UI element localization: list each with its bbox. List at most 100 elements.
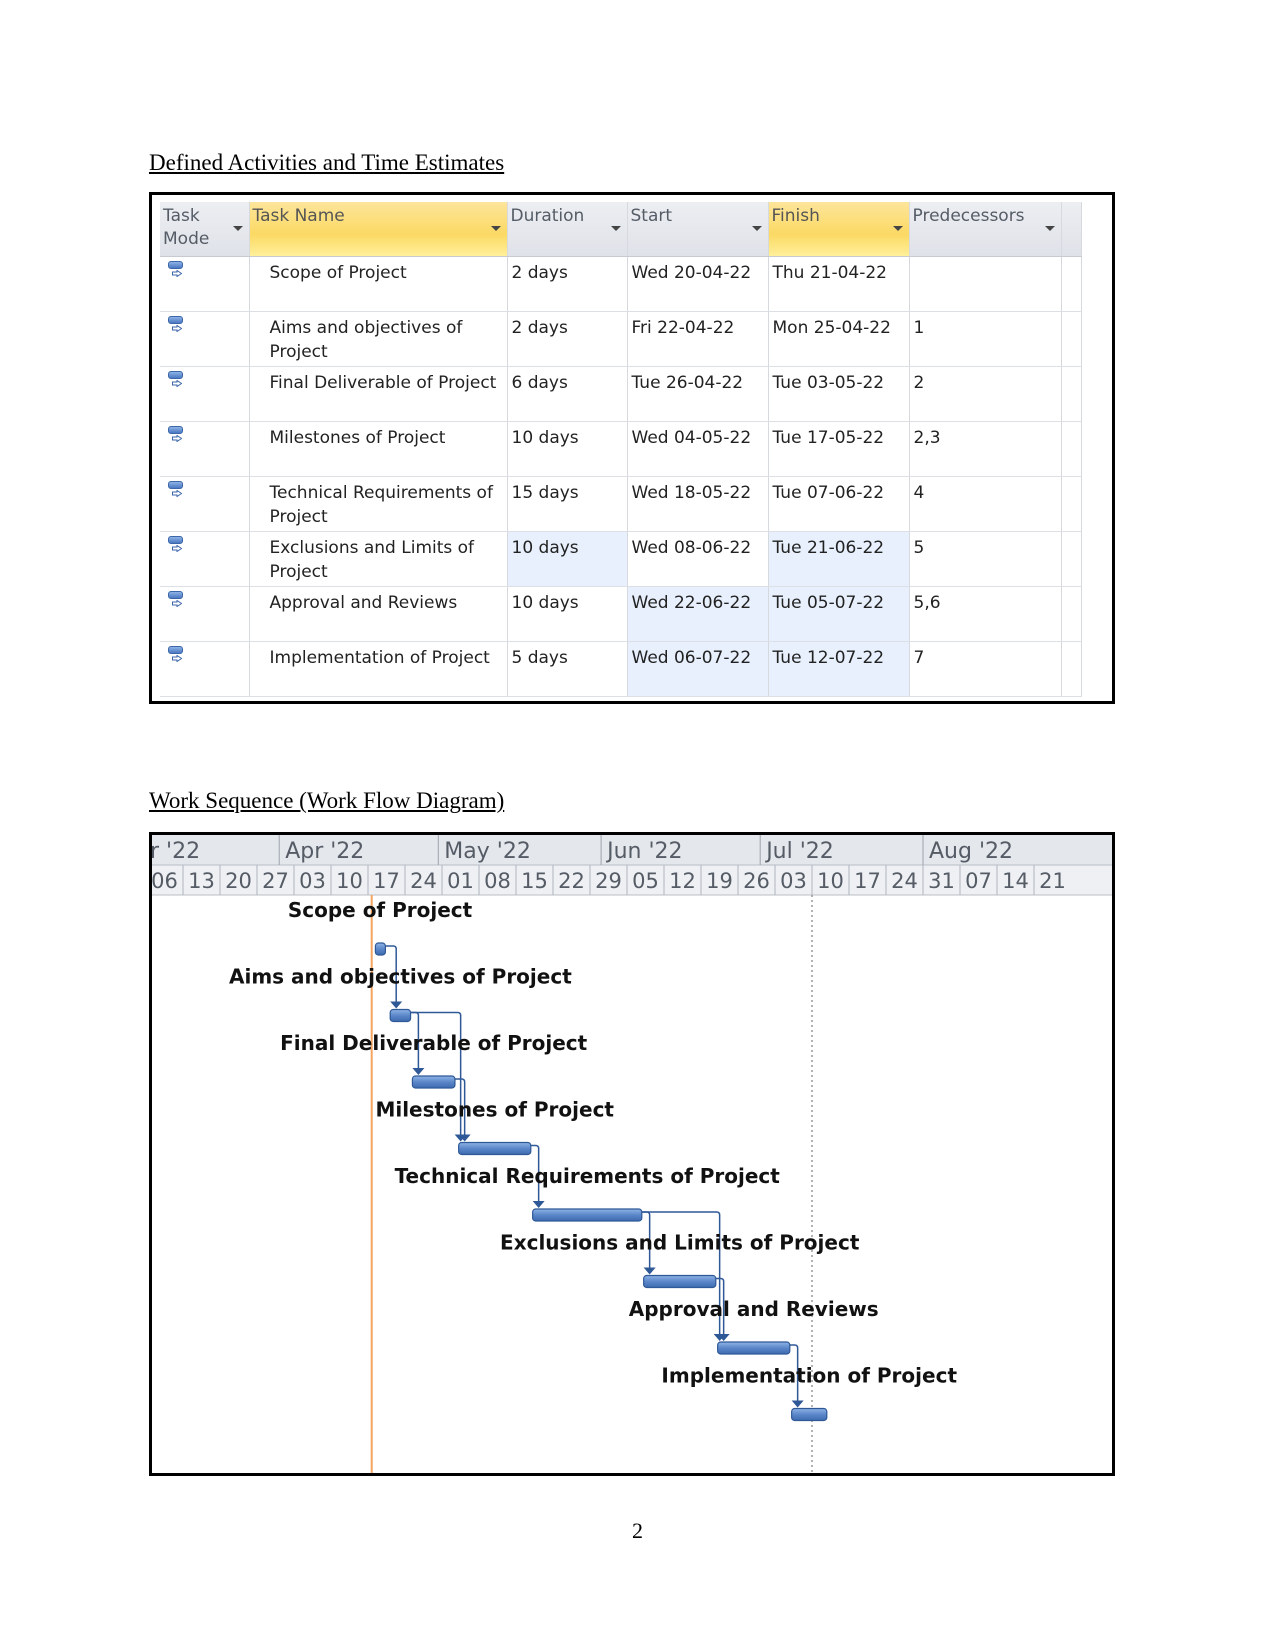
- finish-value: Tue 17-05-22: [772, 428, 885, 448]
- auto-scheduled-task-icon: [168, 481, 186, 499]
- column-header-finish[interactable]: Finish: [768, 202, 910, 257]
- task-mode-cell[interactable]: [160, 256, 250, 312]
- dropdown-arrow-icon[interactable]: [610, 226, 621, 231]
- task-bar[interactable]: [791, 1407, 828, 1422]
- start-cell[interactable]: Wed 04-05-22: [627, 421, 769, 477]
- task-bar[interactable]: [643, 1274, 717, 1289]
- task-name-cell[interactable]: Final Deliverable of Project: [249, 366, 508, 422]
- duration-value: 5 days: [511, 648, 568, 668]
- duration-cell[interactable]: 6 days: [507, 366, 628, 422]
- dropdown-arrow-icon[interactable]: [232, 226, 243, 231]
- dropdown-arrow-icon[interactable]: [1044, 226, 1055, 231]
- start-cell[interactable]: Wed 18-05-22: [627, 476, 769, 532]
- task-mode-cell[interactable]: [160, 586, 250, 642]
- task-table-frame: Task Mode Task Name Duration Start Finish: [149, 192, 1115, 704]
- start-cell[interactable]: Wed 22-06-22: [627, 586, 769, 642]
- table-row[interactable]: Approval and Reviews 10 days Wed 22-06-22 T…: [160, 586, 1082, 642]
- task-mode-cell[interactable]: [160, 531, 250, 587]
- start-value: Wed 06-07-22: [631, 648, 752, 668]
- duration-cell[interactable]: 2 days: [507, 256, 628, 312]
- duration-cell[interactable]: 10 days: [507, 421, 628, 477]
- start-cell[interactable]: Fri 22-04-22: [627, 311, 769, 367]
- task-bar[interactable]: [458, 1141, 532, 1156]
- column-header-label: Predecessors: [912, 206, 1025, 226]
- predecessors-cell[interactable]: 2: [909, 366, 1062, 422]
- task-name-text: Scope of Project: [269, 263, 407, 283]
- task-name-cell[interactable]: Scope of Project: [249, 256, 508, 312]
- predecessors-cell[interactable]: [909, 256, 1062, 312]
- duration-cell[interactable]: 10 days: [507, 586, 628, 642]
- table-row[interactable]: Final Deliverable of Project 6 days Tue 26…: [160, 366, 1082, 422]
- predecessors-cell[interactable]: 4: [909, 476, 1062, 532]
- column-header-next-truncated[interactable]: [1061, 202, 1082, 257]
- column-header-duration[interactable]: Duration: [507, 202, 628, 257]
- task-bar[interactable]: [389, 1008, 412, 1023]
- task-mode-cell[interactable]: [160, 311, 250, 367]
- predecessors-cell[interactable]: 1: [909, 311, 1062, 367]
- start-cell[interactable]: Wed 06-07-22: [627, 641, 769, 697]
- task-bar[interactable]: [532, 1208, 643, 1222]
- finish-cell[interactable]: Tue 12-07-22: [768, 641, 910, 697]
- start-value: Wed 08-06-22: [631, 538, 752, 558]
- task-name-text: Project: [269, 507, 328, 527]
- table-row[interactable]: Technical Requirements of Project 15 days W…: [160, 476, 1082, 532]
- table-row[interactable]: Implementation of Project 5 days Wed 06-07…: [160, 641, 1082, 697]
- start-cell[interactable]: Tue 26-04-22: [627, 366, 769, 422]
- duration-cell[interactable]: 5 days: [507, 641, 628, 697]
- task-mode-cell[interactable]: [160, 366, 250, 422]
- start-value: Wed 22-06-22: [631, 593, 752, 613]
- predecessors-cell[interactable]: 5: [909, 531, 1062, 587]
- truncated-cell: [1061, 421, 1082, 477]
- finish-cell[interactable]: Tue 17-05-22: [768, 421, 910, 477]
- duration-cell[interactable]: 15 days: [507, 476, 628, 532]
- start-value: Wed 20-04-22: [631, 263, 752, 283]
- start-value: Wed 04-05-22: [631, 428, 752, 448]
- column-header-predecessors[interactable]: Predecessors: [909, 202, 1062, 257]
- task-bar[interactable]: [717, 1341, 791, 1355]
- dependency-arrowhead: [390, 1001, 403, 1009]
- task-mode-cell[interactable]: [160, 641, 250, 697]
- week-label: 13: [188, 869, 215, 893]
- task-mode-cell[interactable]: [160, 476, 250, 532]
- start-cell[interactable]: Wed 20-04-22: [627, 256, 769, 312]
- predecessors-cell[interactable]: 2,3: [909, 421, 1062, 477]
- dropdown-arrow-icon[interactable]: [892, 226, 903, 231]
- task-mode-cell[interactable]: [160, 421, 250, 477]
- start-cell[interactable]: Wed 08-06-22: [627, 531, 769, 587]
- predecessors-cell[interactable]: 7: [909, 641, 1062, 697]
- column-header-task-mode[interactable]: Task Mode: [160, 202, 250, 257]
- finish-cell[interactable]: Thu 21-04-22: [768, 256, 910, 312]
- task-name-cell[interactable]: Aims and objectives of Project: [249, 311, 508, 367]
- table-row[interactable]: Exclusions and Limits of Project 10 days We…: [160, 531, 1082, 587]
- finish-cell[interactable]: Tue 05-07-22: [768, 586, 910, 642]
- task-bar[interactable]: [411, 1075, 456, 1089]
- task-name-cell[interactable]: Exclusions and Limits of Project: [249, 531, 508, 587]
- finish-cell[interactable]: Tue 21-06-22: [768, 531, 910, 587]
- table-row[interactable]: Scope of Project 2 days Wed 20-04-22 Thu 21…: [160, 256, 1082, 312]
- column-header-task-name[interactable]: Task Name: [249, 202, 508, 257]
- table-row[interactable]: Milestones of Project 10 days Wed 04-05-22…: [160, 421, 1082, 477]
- dropdown-arrow-icon[interactable]: [490, 226, 501, 231]
- task-name-cell[interactable]: Implementation of Project: [249, 641, 508, 697]
- finish-cell[interactable]: Tue 03-05-22: [768, 366, 910, 422]
- auto-scheduled-task-icon: [168, 316, 186, 334]
- duration-cell[interactable]: 2 days: [507, 311, 628, 367]
- dependency-arrowhead: [412, 1068, 425, 1075]
- task-name-text: Milestones of Project: [269, 428, 446, 448]
- table-row[interactable]: Aims and objectives of Project 2 days Fri 2…: [160, 311, 1082, 367]
- duration-cell[interactable]: 10 days: [507, 531, 628, 587]
- task-bar[interactable]: [374, 942, 386, 956]
- auto-scheduled-task-icon: [168, 646, 186, 664]
- dropdown-arrow-icon[interactable]: [751, 226, 762, 231]
- predecessors-cell[interactable]: 5,6: [909, 586, 1062, 642]
- task-name-text: Approval and Reviews: [269, 593, 458, 613]
- week-label: 14: [1002, 869, 1029, 893]
- week-label: 24: [410, 869, 437, 893]
- task-name-cell[interactable]: Milestones of Project: [249, 421, 508, 477]
- task-name-cell[interactable]: Approval and Reviews: [249, 586, 508, 642]
- finish-cell[interactable]: Mon 25-04-22: [768, 311, 910, 367]
- column-header-start[interactable]: Start: [627, 202, 769, 257]
- finish-cell[interactable]: Tue 07-06-22: [768, 476, 910, 532]
- predecessors-value: 1: [913, 318, 925, 338]
- task-name-cell[interactable]: Technical Requirements of Project: [249, 476, 508, 532]
